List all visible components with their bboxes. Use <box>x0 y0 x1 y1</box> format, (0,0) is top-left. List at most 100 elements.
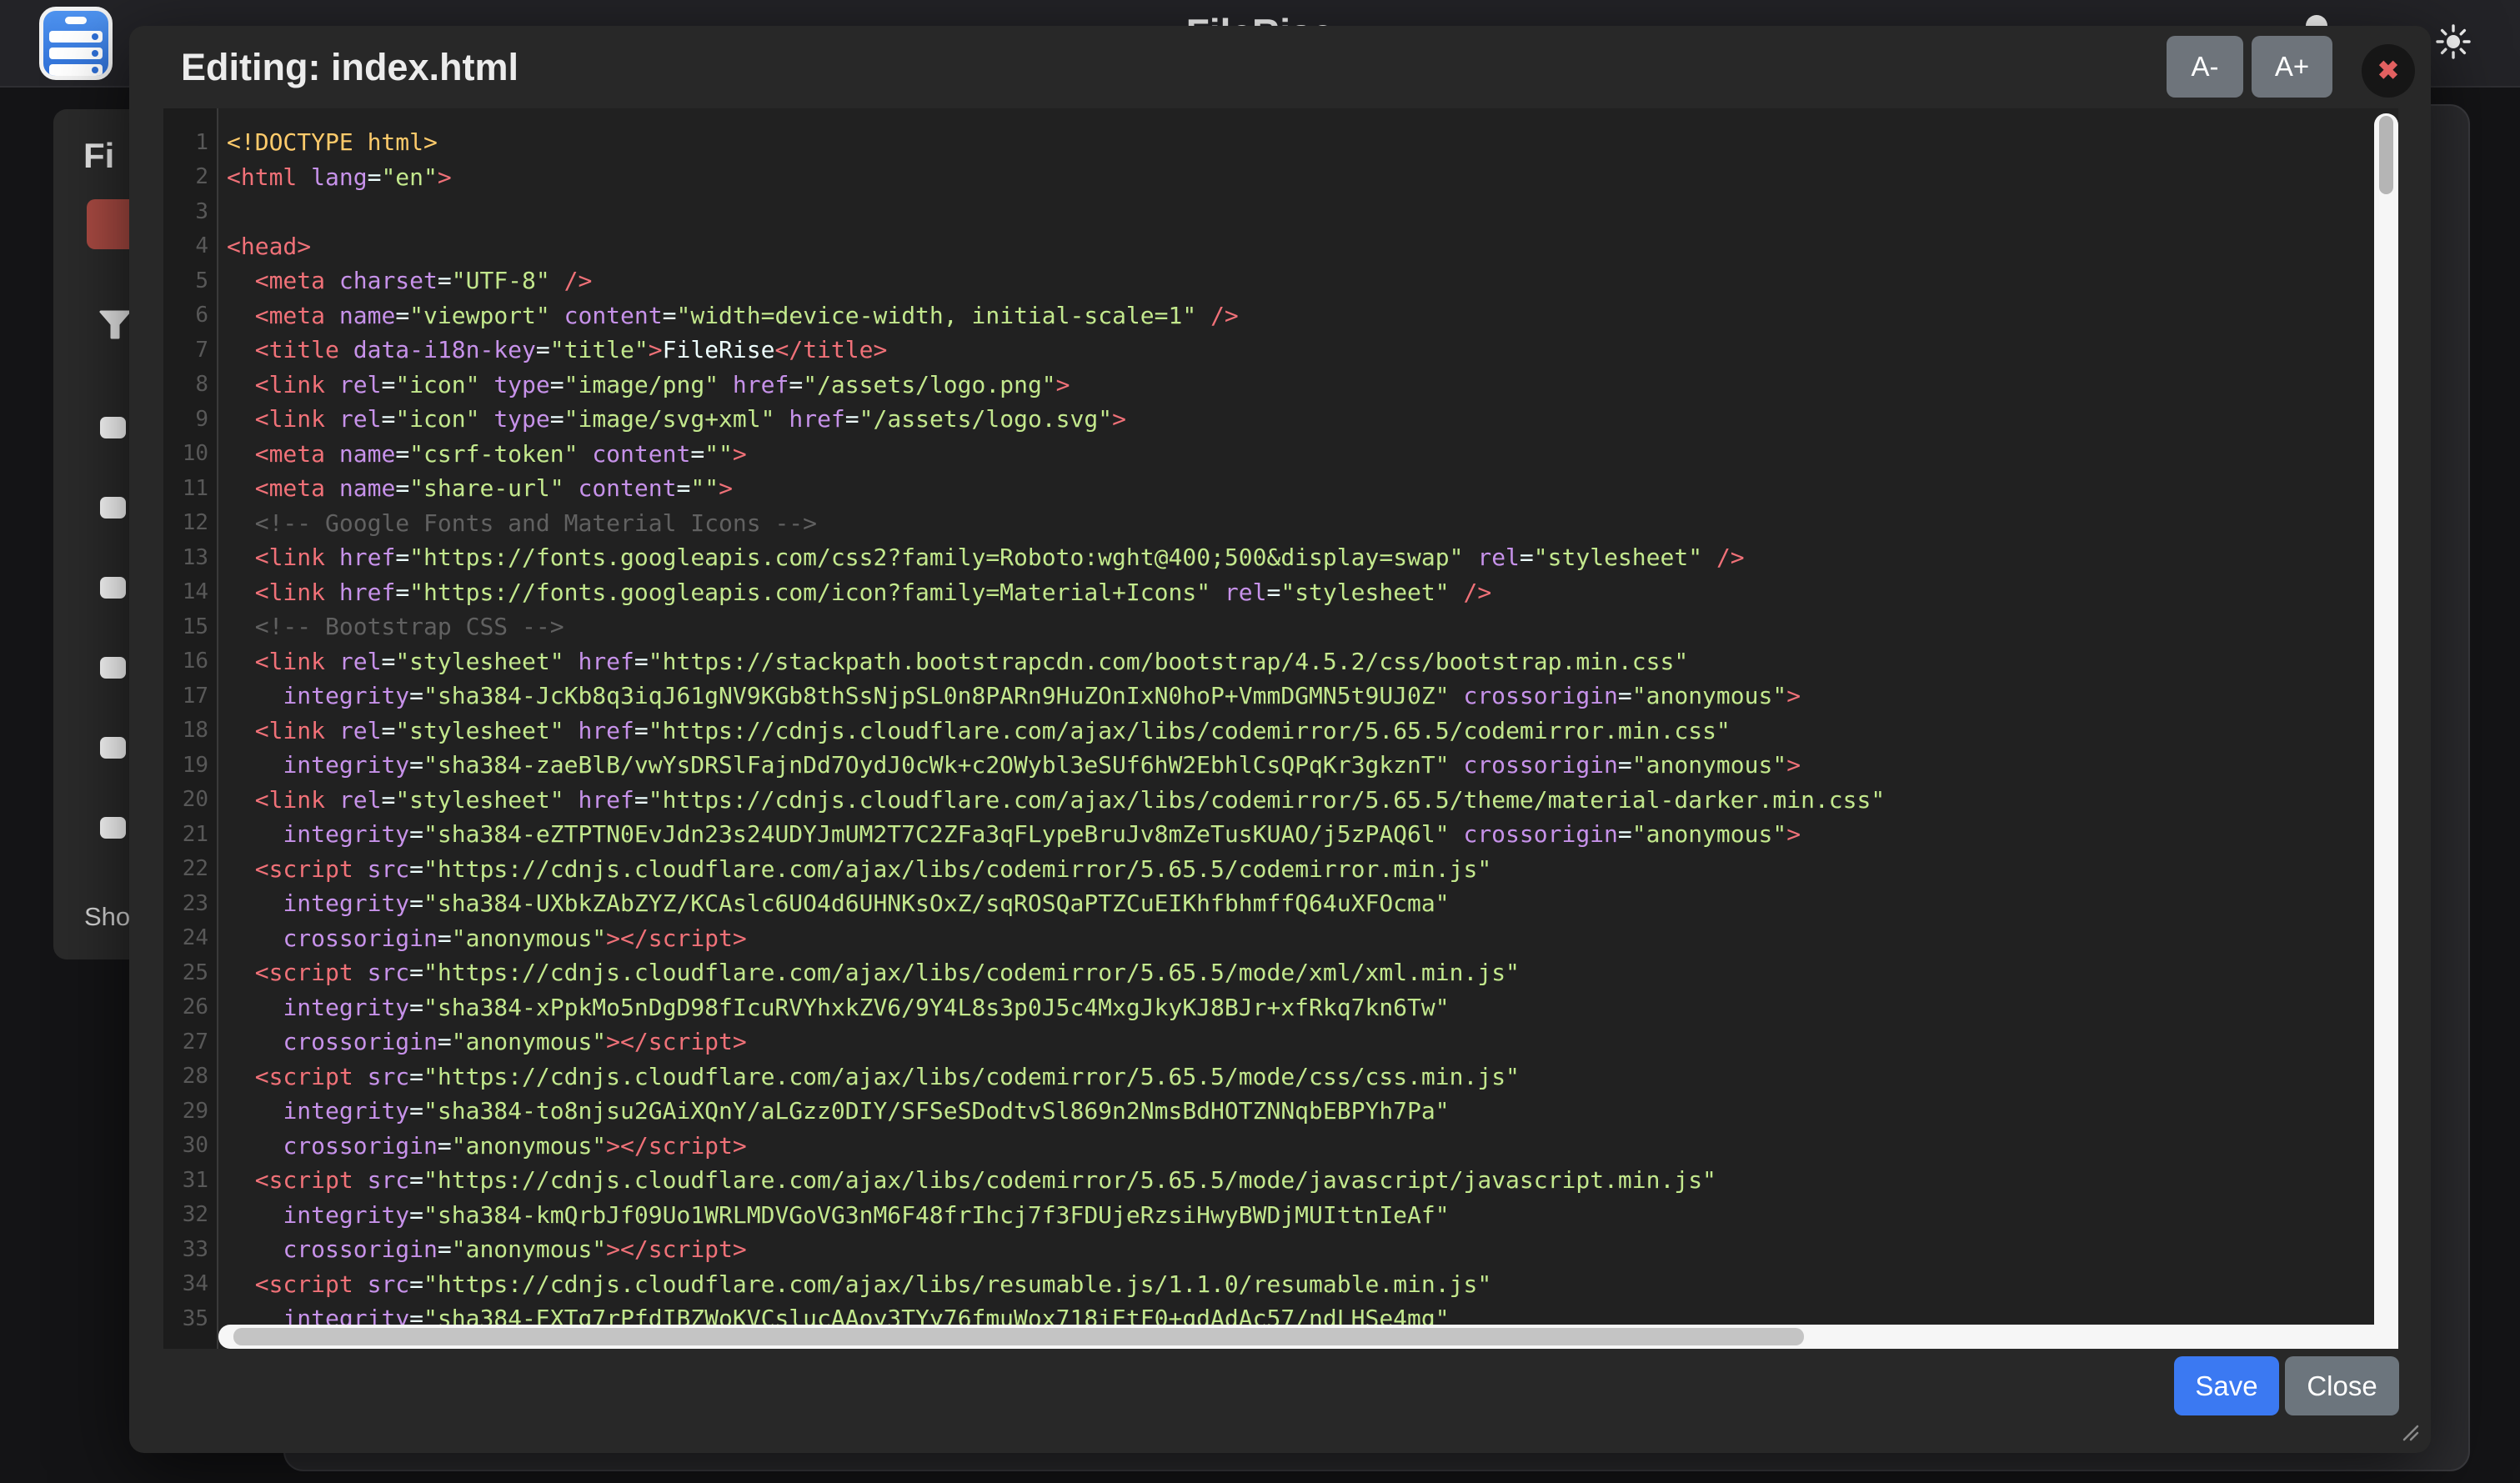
code-line[interactable]: 4<head> <box>163 229 2374 264</box>
line-number: 4 <box>163 233 218 258</box>
line-number: 10 <box>163 441 218 466</box>
logo-bar <box>49 48 103 59</box>
save-button[interactable]: Save <box>2174 1356 2279 1415</box>
line-number: 20 <box>163 787 218 812</box>
code-line[interactable]: 2<html lang="en"> <box>163 160 2374 195</box>
modal-title: Editing: index.html <box>181 46 519 89</box>
code-line[interactable]: 25 <script src="https://cdnjs.cloudflare… <box>163 955 2374 990</box>
line-number: 8 <box>163 372 218 397</box>
file-checkbox[interactable] <box>100 497 126 519</box>
sidebar-heading: Fi <box>83 136 114 176</box>
line-number: 1 <box>163 130 218 155</box>
line-number: 14 <box>163 579 218 604</box>
code-line[interactable]: 24 crossorigin="anonymous"></script> <box>163 921 2374 956</box>
code-line[interactable]: 16 <link rel="stylesheet" href="https://… <box>163 644 2374 679</box>
line-number: 24 <box>163 925 218 950</box>
file-checkbox[interactable] <box>100 657 126 679</box>
code-line[interactable]: 13 <link href="https://fonts.googleapis.… <box>163 540 2374 575</box>
line-number: 13 <box>163 545 218 570</box>
sidebar-footer-text: Sho <box>84 902 130 932</box>
file-checkbox[interactable] <box>100 737 126 759</box>
code-line[interactable]: 22 <script src="https://cdnjs.cloudflare… <box>163 852 2374 887</box>
logo-handle <box>65 17 87 24</box>
line-number: 17 <box>163 684 218 709</box>
code-line[interactable]: 21 integrity="sha384-eZTPTN0EvJdn23s24UD… <box>163 817 2374 852</box>
code-line[interactable]: 10 <meta name="csrf-token" content=""> <box>163 437 2374 472</box>
code-line[interactable]: 7 <title data-i18n-key="title">FileRise<… <box>163 333 2374 368</box>
app-logo-icon[interactable] <box>39 7 113 80</box>
code-editor[interactable]: 1<!DOCTYPE html>2<html lang="en"> 3 4<head… <box>163 108 2398 1349</box>
line-number: 35 <box>163 1306 218 1331</box>
edit-file-modal: Editing: index.html A- A+ ✖ 1<!DOCTYPE h… <box>129 26 2431 1453</box>
code-line[interactable]: 32 integrity="sha384-kmQrbJf09Uo1WRLMDVG… <box>163 1198 2374 1233</box>
line-number: 18 <box>163 718 218 743</box>
line-number: 16 <box>163 649 218 674</box>
file-checkbox-column <box>100 417 126 897</box>
code-line[interactable]: 28 <script src="https://cdnjs.cloudflare… <box>163 1060 2374 1095</box>
horizontal-scrollbar-thumb[interactable] <box>233 1328 1804 1345</box>
line-number: 26 <box>163 995 218 1020</box>
line-number: 9 <box>163 407 218 432</box>
code-line[interactable]: 31 <script src="https://cdnjs.cloudflare… <box>163 1163 2374 1198</box>
code-line[interactable]: 18 <link rel="stylesheet" href="https://… <box>163 714 2374 749</box>
code-line[interactable]: 17 integrity="sha384-JcKb8q3iqJ61gNV9KGb… <box>163 679 2374 714</box>
code-line[interactable]: 5 <meta charset="UTF-8" /> <box>163 263 2374 298</box>
line-number: 32 <box>163 1202 218 1227</box>
close-x-icon[interactable]: ✖ <box>2362 44 2415 98</box>
file-checkbox[interactable] <box>100 417 126 438</box>
code-line[interactable]: 30 crossorigin="anonymous"></script> <box>163 1129 2374 1164</box>
line-number: 11 <box>163 476 218 501</box>
line-number: 7 <box>163 338 218 363</box>
line-number: 25 <box>163 960 218 985</box>
line-number: 29 <box>163 1099 218 1124</box>
line-number: 23 <box>163 891 218 916</box>
line-number: 3 <box>163 199 218 224</box>
line-number: 5 <box>163 268 218 293</box>
line-number: 19 <box>163 753 218 778</box>
filerise-app: FileRise Fi D Sho Editing: index.html A- <box>0 0 2520 1483</box>
resize-grip-icon[interactable] <box>2397 1420 2419 1441</box>
code-line[interactable]: 34 <script src="https://cdnjs.cloudflare… <box>163 1267 2374 1302</box>
line-number: 21 <box>163 822 218 847</box>
line-number: 31 <box>163 1168 218 1193</box>
code-line[interactable]: 1<!DOCTYPE html> <box>163 125 2374 160</box>
line-number: 6 <box>163 303 218 328</box>
vertical-scrollbar-thumb[interactable] <box>2379 116 2393 194</box>
theme-toggle-sun-icon[interactable] <box>2435 23 2472 60</box>
line-number: 15 <box>163 614 218 639</box>
file-checkbox[interactable] <box>100 817 126 839</box>
filter-funnel-icon[interactable] <box>99 310 131 340</box>
code-line[interactable]: 14 <link href="https://fonts.googleapis.… <box>163 575 2374 610</box>
line-number: 33 <box>163 1237 218 1262</box>
line-number: 28 <box>163 1064 218 1089</box>
line-number: 27 <box>163 1030 218 1055</box>
code-line[interactable]: 9 <link rel="icon" type="image/svg+xml" … <box>163 402 2374 437</box>
horizontal-scrollbar[interactable] <box>218 1325 2398 1349</box>
vertical-scrollbar[interactable] <box>2374 113 2398 1325</box>
line-number: 2 <box>163 164 218 189</box>
line-number: 22 <box>163 856 218 881</box>
code-line[interactable]: 26 integrity="sha384-xPpkMo5nDgD98fIcuRV… <box>163 990 2374 1025</box>
code-line[interactable]: 11 <meta name="share-url" content=""> <box>163 471 2374 506</box>
line-number: 12 <box>163 510 218 535</box>
code-line[interactable]: 12 <!-- Google Fonts and Material Icons … <box>163 506 2374 541</box>
font-decrease-button[interactable]: A- <box>2167 36 2243 98</box>
file-checkbox[interactable] <box>100 577 126 599</box>
code-lines[interactable]: 1<!DOCTYPE html>2<html lang="en"> 3 4<head… <box>163 125 2374 1336</box>
line-number: 34 <box>163 1271 218 1296</box>
code-line[interactable]: 27 crossorigin="anonymous"></script> <box>163 1025 2374 1060</box>
logo-bar <box>49 31 103 43</box>
code-line[interactable]: 3 <box>163 194 2374 229</box>
font-increase-button[interactable]: A+ <box>2252 36 2332 98</box>
logo-bar <box>49 64 103 76</box>
line-number: 30 <box>163 1133 218 1158</box>
code-line[interactable]: 19 integrity="sha384-zaeBlB/vwYsDRSlFajn… <box>163 748 2374 783</box>
code-line[interactable]: 8 <link rel="icon" type="image/png" href… <box>163 368 2374 403</box>
code-line[interactable]: 29 integrity="sha384-to8njsu2GAiXQnY/aLG… <box>163 1094 2374 1129</box>
code-line[interactable]: 23 integrity="sha384-UXbkZAbZYZ/KCAslc6U… <box>163 886 2374 921</box>
code-line[interactable]: 20 <link rel="stylesheet" href="https://… <box>163 783 2374 818</box>
code-line[interactable]: 15 <!-- Bootstrap CSS --> <box>163 609 2374 644</box>
code-line[interactable]: 6 <meta name="viewport" content="width=d… <box>163 298 2374 333</box>
code-line[interactable]: 33 crossorigin="anonymous"></script> <box>163 1232 2374 1267</box>
close-button[interactable]: Close <box>2285 1356 2399 1415</box>
